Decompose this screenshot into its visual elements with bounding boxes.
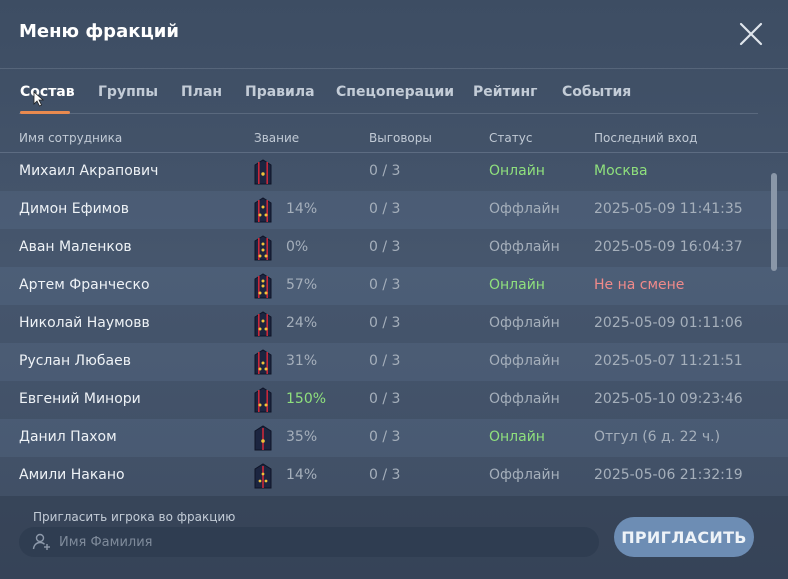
shoulder-board-icon: [254, 349, 272, 375]
tab-bar: Состав Группы План Правила Спецоперации …: [0, 84, 788, 114]
column-header-last-login[interactable]: Последний вход: [594, 131, 697, 145]
table-row[interactable]: Михаил Акрапович 0 / 3 Онлайн Москва: [0, 153, 788, 191]
member-name: Артем Франческо: [19, 277, 150, 293]
last-login: Москва: [594, 163, 648, 179]
last-login: 2025-05-10 09:23:46: [594, 391, 743, 407]
table-scrollbar[interactable]: [771, 173, 777, 271]
last-login: 2025-05-09 01:11:06: [594, 315, 743, 331]
member-name: Димон Ефимов: [19, 201, 130, 217]
column-header-name[interactable]: Имя сотрудника: [19, 131, 122, 145]
table-row[interactable]: Руслан Любаев 31% 0 / 3 Оффлайн 2025-05-…: [0, 343, 788, 381]
last-login: 2025-05-09 11:41:35: [594, 201, 743, 217]
shoulder-board-icon: [254, 463, 272, 489]
rank-progress: 14%: [286, 467, 318, 483]
invite-name-input[interactable]: [19, 527, 599, 557]
tab-pravila[interactable]: Правила: [245, 84, 315, 100]
table-row[interactable]: Димон Ефимов 14% 0 / 3 Оффлайн 2025-05-0…: [0, 191, 788, 229]
reprimands-count: 0 / 3: [369, 429, 401, 445]
tab-plan[interactable]: План: [181, 84, 222, 100]
rank-progress: 150%: [286, 391, 327, 407]
status-badge: Оффлайн: [489, 315, 560, 331]
close-icon[interactable]: [737, 20, 765, 48]
members-table: Михаил Акрапович 0 / 3 Онлайн Москва Дим…: [0, 153, 788, 495]
shoulder-board-icon: [254, 311, 272, 337]
status-badge: Оффлайн: [489, 239, 560, 255]
shoulder-board-icon: [254, 425, 272, 451]
last-login: 2025-05-06 21:32:19: [594, 467, 743, 483]
tab-reiting[interactable]: Рейтинг: [473, 84, 537, 100]
shoulder-board-icon: [254, 235, 272, 261]
member-name: Данил Пахом: [19, 429, 117, 445]
rank-progress: 35%: [286, 429, 318, 445]
table-row[interactable]: Аван Маленков 0% 0 / 3 Оффлайн 2025-05-0…: [0, 229, 788, 267]
column-header-status[interactable]: Статус: [489, 131, 532, 145]
active-tab-indicator: [20, 111, 70, 114]
member-name: Руслан Любаев: [19, 353, 131, 369]
reprimands-count: 0 / 3: [369, 467, 401, 483]
status-badge: Онлайн: [489, 429, 545, 445]
invite-label: Пригласить игрока во фракцию: [33, 510, 236, 524]
rank-progress: 57%: [286, 277, 318, 293]
member-name: Михаил Акрапович: [19, 163, 159, 179]
last-login: Не на смене: [594, 277, 685, 293]
tab-divider: [19, 113, 758, 114]
tab-specoperacii[interactable]: Спецоперации: [336, 84, 454, 100]
last-login: 2025-05-07 11:21:51: [594, 353, 743, 369]
status-badge: Онлайн: [489, 277, 545, 293]
rank-progress: 0%: [286, 239, 309, 255]
table-row[interactable]: Евгений Минори 150% 0 / 3 Оффлайн 2025-0…: [0, 381, 788, 419]
status-badge: Оффлайн: [489, 467, 560, 483]
reprimands-count: 0 / 3: [369, 353, 401, 369]
reprimands-count: 0 / 3: [369, 391, 401, 407]
reprimands-count: 0 / 3: [369, 315, 401, 331]
shoulder-board-icon: [254, 159, 272, 185]
table-row[interactable]: Данил Пахом 35% 0 / 3 Онлайн Отгул (6 д.…: [0, 419, 788, 457]
reprimands-count: 0 / 3: [369, 163, 401, 179]
rank-progress: 24%: [286, 315, 318, 331]
invite-button[interactable]: ПРИГЛАСИТЬ: [614, 517, 754, 557]
member-name: Амили Накано: [19, 467, 125, 483]
last-login: Отгул (6 д. 22 ч.): [594, 429, 721, 445]
tab-sobytiya[interactable]: События: [562, 84, 631, 100]
rank-progress: 31%: [286, 353, 318, 369]
reprimands-count: 0 / 3: [369, 201, 401, 217]
column-header-rank[interactable]: Звание: [254, 131, 299, 145]
last-login: 2025-05-09 16:04:37: [594, 239, 743, 255]
rank-progress: 14%: [286, 201, 318, 217]
member-name: Евгений Минори: [19, 391, 141, 407]
tab-gruppy[interactable]: Группы: [98, 84, 158, 100]
status-badge: Оффлайн: [489, 391, 560, 407]
table-row[interactable]: Амили Накано 14% 0 / 3 Оффлайн 2025-05-0…: [0, 457, 788, 495]
tab-sostav[interactable]: Состав: [20, 84, 75, 100]
shoulder-board-icon: [254, 273, 272, 299]
window-title: Меню фракций: [19, 21, 179, 42]
reprimands-count: 0 / 3: [369, 277, 401, 293]
header: Меню фракций: [0, 0, 788, 69]
shoulder-board-icon: [254, 197, 272, 223]
member-name: Николай Наумовв: [19, 315, 150, 331]
column-header-reprimands[interactable]: Выговоры: [369, 131, 432, 145]
member-name: Аван Маленков: [19, 239, 132, 255]
status-badge: Онлайн: [489, 163, 545, 179]
status-badge: Оффлайн: [489, 201, 560, 217]
mouse-cursor-icon: [33, 91, 45, 107]
table-row[interactable]: Артем Франческо 57% 0 / 3 Онлайн Не на с…: [0, 267, 788, 305]
table-row[interactable]: Николай Наумовв 24% 0 / 3 Оффлайн 2025-0…: [0, 305, 788, 343]
reprimands-count: 0 / 3: [369, 239, 401, 255]
status-badge: Оффлайн: [489, 353, 560, 369]
shoulder-board-icon: [254, 387, 272, 413]
user-plus-icon: [32, 533, 50, 550]
